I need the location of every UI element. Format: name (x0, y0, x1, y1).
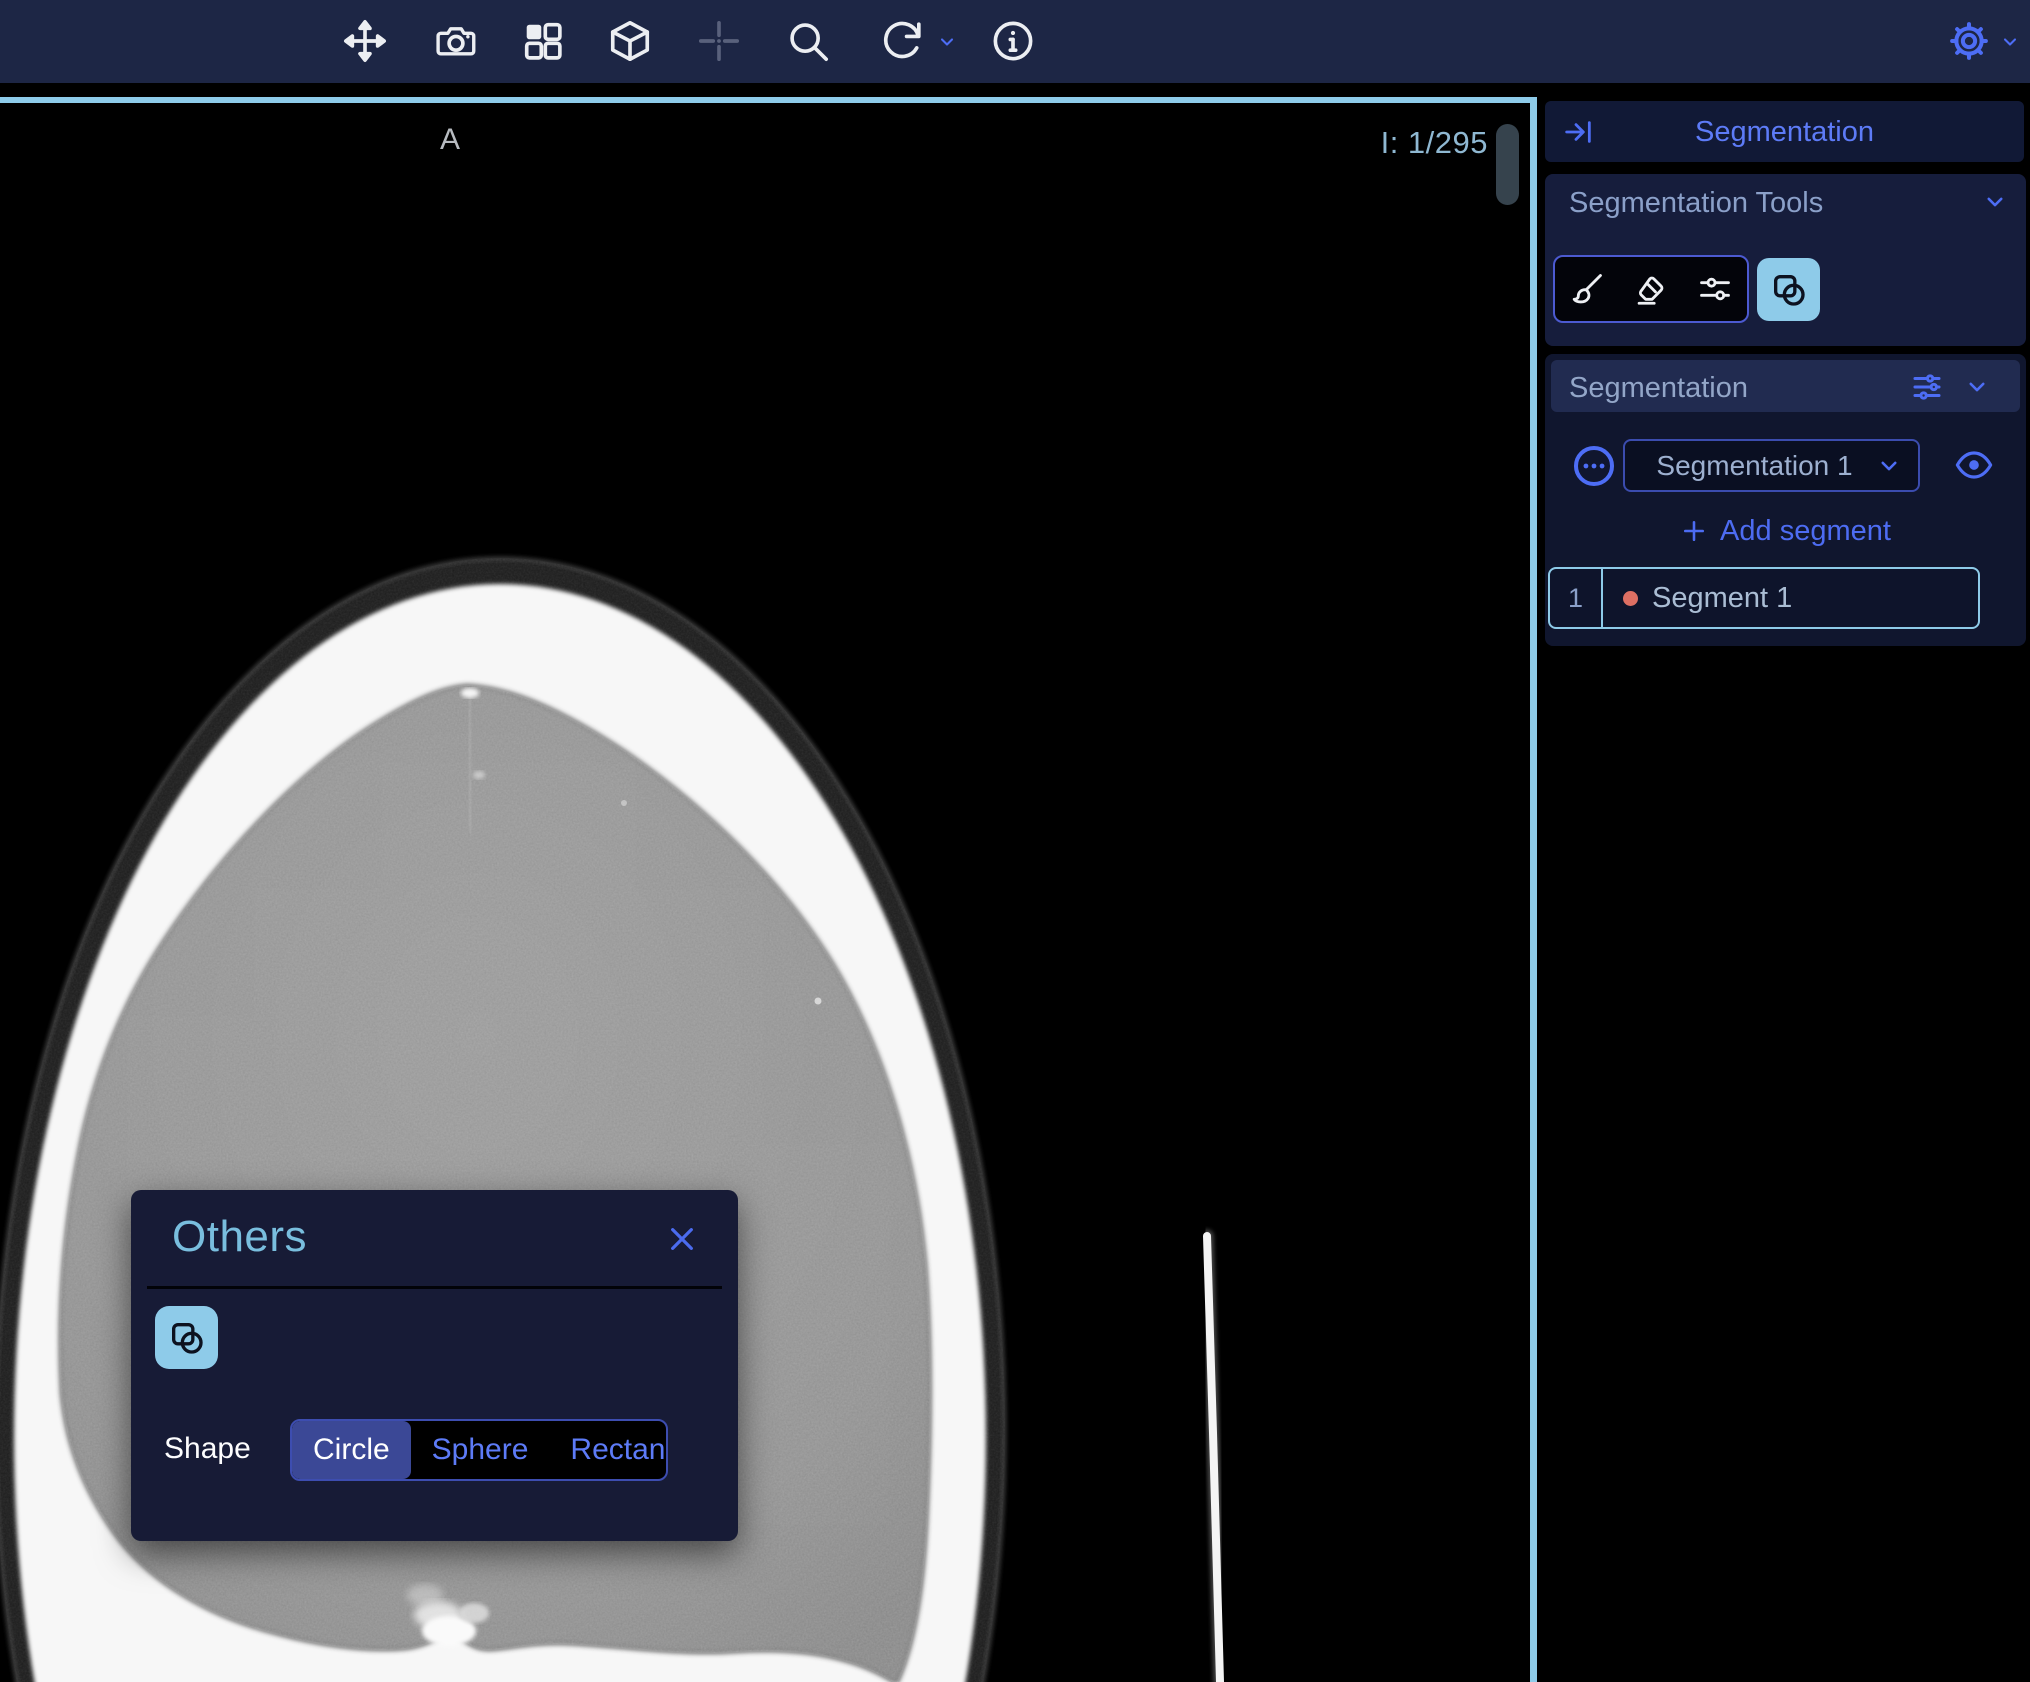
top-toolbar (0, 0, 2030, 83)
mpr-3d-tool-button[interactable] (602, 13, 658, 69)
segmentation-select-value: Segmentation 1 (1625, 450, 1874, 482)
rotate-dropdown-chevron[interactable] (933, 28, 961, 56)
orientation-label: A (400, 123, 500, 157)
panel-title: Segmentation (1545, 116, 2024, 149)
shape-option-row: Shape Circle Sphere Rectangle (131, 1418, 738, 1482)
segmentation-menu-button[interactable] (1571, 443, 1617, 489)
segment-label: Segment 1 (1652, 582, 1792, 615)
add-segment-label: Add segment (1720, 515, 1891, 548)
settings-button[interactable] (1942, 13, 1996, 69)
eraser-icon (1632, 270, 1670, 308)
chevron-down-icon (1874, 451, 1904, 481)
eye-icon (1954, 448, 1994, 482)
popup-divider (147, 1286, 722, 1289)
dicom-viewer-app: A I: 1/295 Others Shape Circle (0, 0, 2030, 1682)
magnifier-icon (785, 18, 831, 64)
chevron-down-icon (1998, 30, 2022, 54)
close-icon (666, 1223, 698, 1255)
plus-icon (1680, 517, 1708, 545)
crosshairs-tool-button[interactable] (691, 13, 747, 69)
zoom-tool-button[interactable] (780, 13, 836, 69)
segmentation-tools-header[interactable]: Segmentation Tools (1545, 174, 2026, 226)
brush-tool-button[interactable] (1559, 259, 1615, 319)
panel-header: Segmentation (1545, 101, 2024, 162)
segmentation-section-title: Segmentation (1569, 372, 1748, 405)
others-popup: Others Shape Circle Sphere Rectangle (131, 1190, 738, 1541)
segment-row[interactable]: 1 Segment 1 (1548, 567, 1980, 629)
chevron-down-icon (935, 30, 959, 54)
add-segment-button[interactable]: Add segment (1545, 510, 2026, 552)
shapes-icon (1769, 270, 1809, 310)
segment-index: 1 (1550, 569, 1603, 627)
gear-icon (1946, 18, 1992, 64)
popup-close-button[interactable] (661, 1218, 703, 1260)
ellipsis-circle-icon (1571, 443, 1617, 489)
segmentation-visibility-button[interactable] (1952, 447, 1996, 485)
segmentation-panel: Segmentation Segmentation Tools (1537, 83, 2030, 1682)
chevron-down-icon (1980, 187, 2010, 217)
shape-option-sphere[interactable]: Sphere (411, 1421, 550, 1479)
pan-icon (342, 18, 388, 64)
tools-button-group (1553, 255, 1749, 323)
segmentation-section-header[interactable]: Segmentation (1551, 360, 2020, 412)
capture-tool-button[interactable] (428, 13, 484, 69)
info-tool-button[interactable] (985, 13, 1041, 69)
shape-segmented-control: Circle Sphere Rectangle (290, 1419, 668, 1481)
shapes-tool-button-active[interactable] (155, 1306, 218, 1369)
crosshairs-icon (696, 18, 742, 64)
threshold-sliders-icon (1696, 270, 1734, 308)
segmentation-card: Segmentation (1545, 354, 2026, 646)
eraser-tool-button[interactable] (1623, 259, 1679, 319)
popup-title: Others (172, 1212, 307, 1262)
shape-option-circle[interactable]: Circle (292, 1421, 411, 1479)
rotate-tool-button[interactable] (873, 13, 929, 69)
layout-grid-icon (520, 18, 566, 64)
segment-body: Segment 1 (1603, 569, 1978, 627)
cube-icon (607, 18, 653, 64)
shape-option-rectangle[interactable]: Rectangle (549, 1421, 668, 1479)
ct-viewport[interactable]: A I: 1/295 Others Shape Circle (0, 97, 1537, 1682)
segmentation-tools-card: Segmentation Tools (1545, 174, 2026, 346)
shapes-tool-button-active[interactable] (1757, 258, 1820, 321)
slice-scrollbar-thumb[interactable] (1496, 124, 1519, 205)
threshold-tool-button[interactable] (1687, 259, 1743, 319)
camera-icon (433, 18, 479, 64)
segmentation-select[interactable]: Segmentation 1 (1623, 439, 1920, 492)
layout-tool-button[interactable] (515, 13, 571, 69)
info-icon (990, 18, 1036, 64)
brush-icon (1568, 270, 1606, 308)
pan-tool-button[interactable] (337, 13, 393, 69)
shape-label: Shape (164, 1432, 251, 1466)
shapes-icon (167, 1318, 207, 1358)
slice-indicator: I: 1/295 (1280, 125, 1488, 161)
segmentation-tools-title: Segmentation Tools (1569, 187, 1823, 220)
chevron-down-icon (1962, 372, 1992, 402)
rotate-icon (878, 18, 924, 64)
settings-dropdown-chevron[interactable] (1996, 28, 2024, 56)
segmentation-config-icon[interactable] (1910, 370, 1944, 404)
segment-color-dot (1623, 591, 1638, 606)
